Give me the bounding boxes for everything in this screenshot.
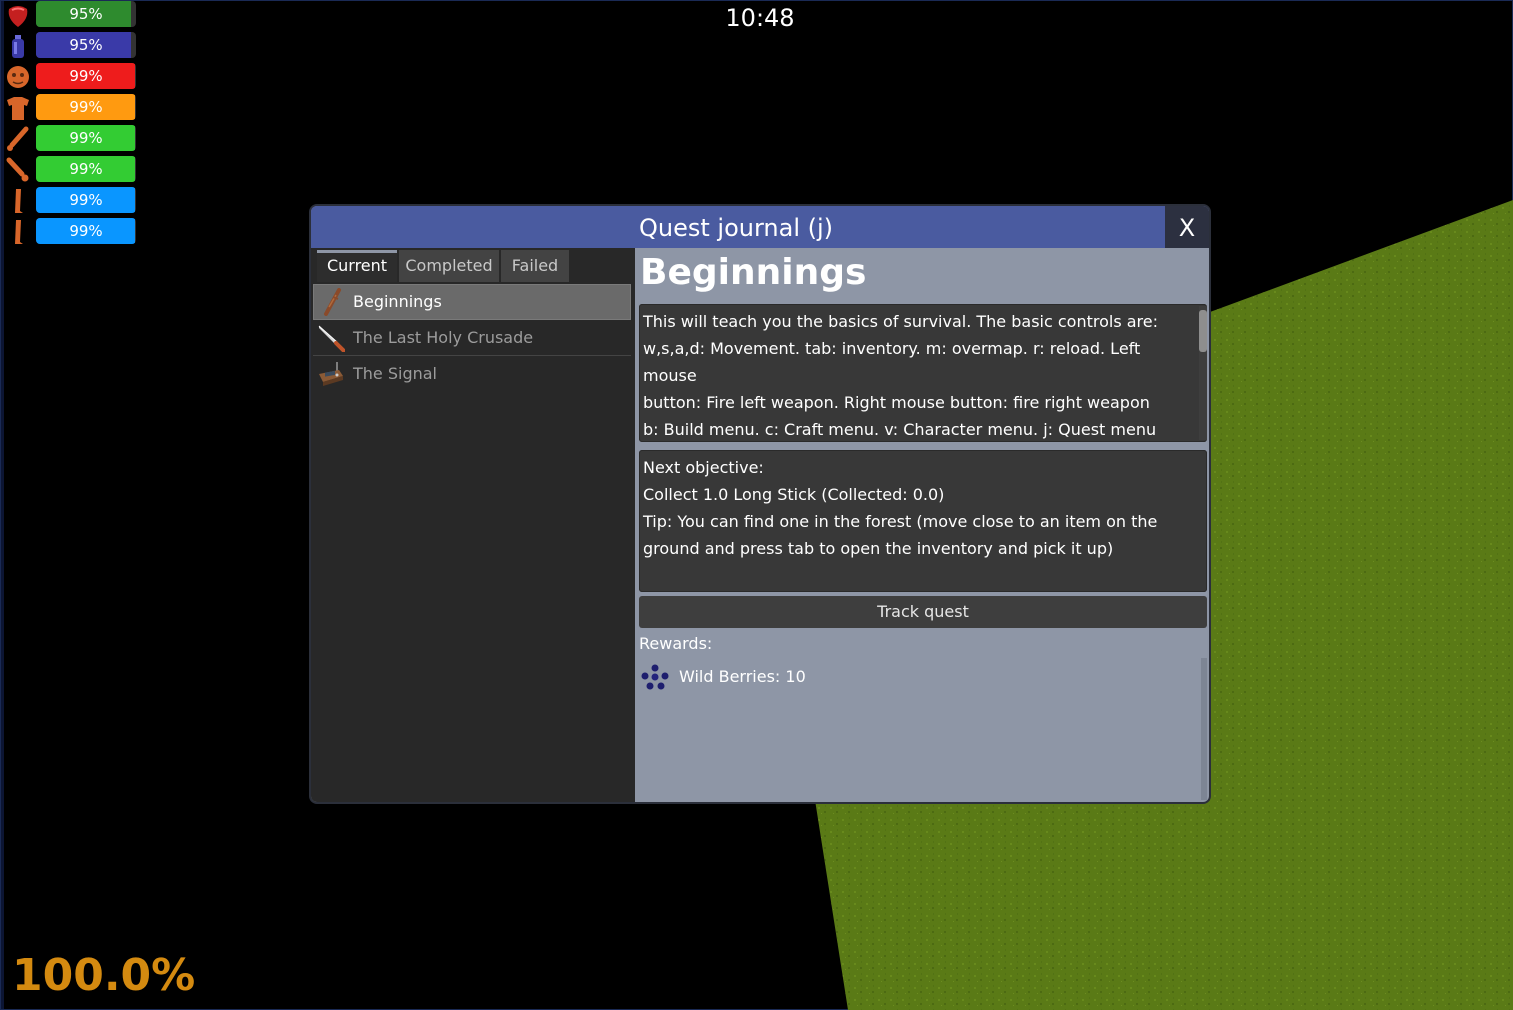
- quest-description-box: This will teach you the basics of surviv…: [639, 304, 1207, 442]
- quest-objective-box: Next objective: Collect 1.0 Long Stick (…: [639, 450, 1207, 592]
- close-button[interactable]: X: [1165, 206, 1209, 248]
- stomach-icon: [8, 6, 28, 27]
- left-leg-icon: [15, 189, 23, 213]
- quest-item-the-last-holy-crusade[interactable]: The Last Holy Crusade: [313, 320, 631, 356]
- right-arm-icon: [6, 157, 29, 182]
- stat-row: 99%: [4, 155, 136, 183]
- stat-row: 99%: [4, 217, 136, 245]
- zoom-level: 100.0%: [12, 950, 196, 1001]
- description-line: w,s,a,d: Movement. tab: inventory. m: ov…: [643, 339, 1141, 385]
- quest-item-label: The Last Holy Crusade: [353, 328, 534, 347]
- stat-bar: 95%: [36, 1, 136, 27]
- description-line: button: Fire left weapon. Right mouse bu…: [643, 393, 1150, 412]
- machete-icon: [318, 325, 345, 352]
- quest-list-panel: Current Completed Failed Beginnings The …: [311, 248, 635, 802]
- quest-title: Beginnings: [640, 252, 867, 293]
- stat-bar: 99%: [36, 218, 136, 244]
- quest-item-label: The Signal: [353, 364, 437, 383]
- rewards-label: Rewards:: [639, 634, 713, 653]
- quest-item-label: Beginnings: [353, 292, 442, 311]
- reward-label: Wild Berries: 10: [679, 667, 806, 686]
- stat-value: 99%: [69, 129, 103, 147]
- head-icon: [7, 66, 29, 88]
- stat-row: 99%: [4, 186, 136, 214]
- stat-value: 99%: [69, 67, 103, 85]
- tab-failed[interactable]: Failed: [501, 250, 569, 282]
- wild-berries-icon: [641, 664, 669, 690]
- stat-row: 99%: [4, 62, 136, 90]
- stat-bar: 99%: [36, 63, 136, 89]
- stat-value: 99%: [69, 191, 103, 209]
- tab-completed[interactable]: Completed: [399, 250, 499, 282]
- stat-bar: 99%: [36, 94, 136, 120]
- stat-value: 99%: [69, 98, 103, 116]
- rewards-scrollbar[interactable]: [1201, 658, 1207, 800]
- description-scrollbar[interactable]: [1199, 306, 1207, 440]
- rewards-list: Wild Berries: 10: [639, 658, 1199, 800]
- water-bottle-icon: [12, 35, 24, 58]
- stat-row: 95%: [4, 0, 136, 28]
- stat-row: 95%: [4, 31, 136, 59]
- stat-value: 99%: [69, 160, 103, 178]
- stat-bar: 95%: [36, 32, 136, 58]
- scrollbar-thumb[interactable]: [1199, 310, 1207, 352]
- description-line: This will teach you the basics of surviv…: [643, 312, 1159, 331]
- radio-device-icon: [319, 362, 343, 386]
- tab-current[interactable]: Current: [317, 250, 397, 282]
- stat-bar: 99%: [36, 156, 136, 182]
- stat-bar: 99%: [36, 125, 136, 151]
- torso-icon: [7, 97, 29, 120]
- objective-heading: Next objective:: [643, 458, 764, 477]
- quest-item-the-signal[interactable]: The Signal: [313, 356, 631, 392]
- objective-tip: Tip: You can find one in the forest (mov…: [643, 512, 1158, 531]
- stat-row: 99%: [4, 124, 136, 152]
- quest-item-beginnings[interactable]: Beginnings: [313, 284, 631, 320]
- right-leg-icon: [15, 220, 23, 244]
- quest-details-panel: Beginnings This will teach you the basic…: [635, 248, 1209, 802]
- wooden-stick-icon: [324, 288, 341, 316]
- quest-journal-window: Quest journal (j) X Current Completed Fa…: [311, 206, 1209, 802]
- objective-line: Collect 1.0 Long Stick (Collected: 0.0): [643, 485, 945, 504]
- quest-journal-title: Quest journal (j): [638, 214, 834, 242]
- objective-tip: ground and press tab to open the invento…: [643, 539, 1114, 558]
- track-quest-button[interactable]: Track quest: [639, 596, 1207, 628]
- game-viewport[interactable]: 95% 95% 99% 99% 99% 99% 99% 99% 10:48 100.0% Qu…: [0, 0, 1513, 1010]
- stat-row: 99%: [4, 93, 136, 121]
- stat-bar: 99%: [36, 187, 136, 213]
- reward-item: Wild Berries: 10: [639, 658, 1039, 694]
- left-arm-icon: [7, 126, 29, 151]
- description-line: b: Build menu. c: Craft menu. v: Charact…: [643, 420, 1157, 439]
- stat-value: 99%: [69, 222, 103, 240]
- quest-journal-header[interactable]: Quest journal (j) X: [311, 206, 1209, 248]
- game-clock: 10:48: [725, 4, 795, 32]
- stat-value: 95%: [69, 36, 103, 54]
- stat-value: 95%: [69, 5, 103, 23]
